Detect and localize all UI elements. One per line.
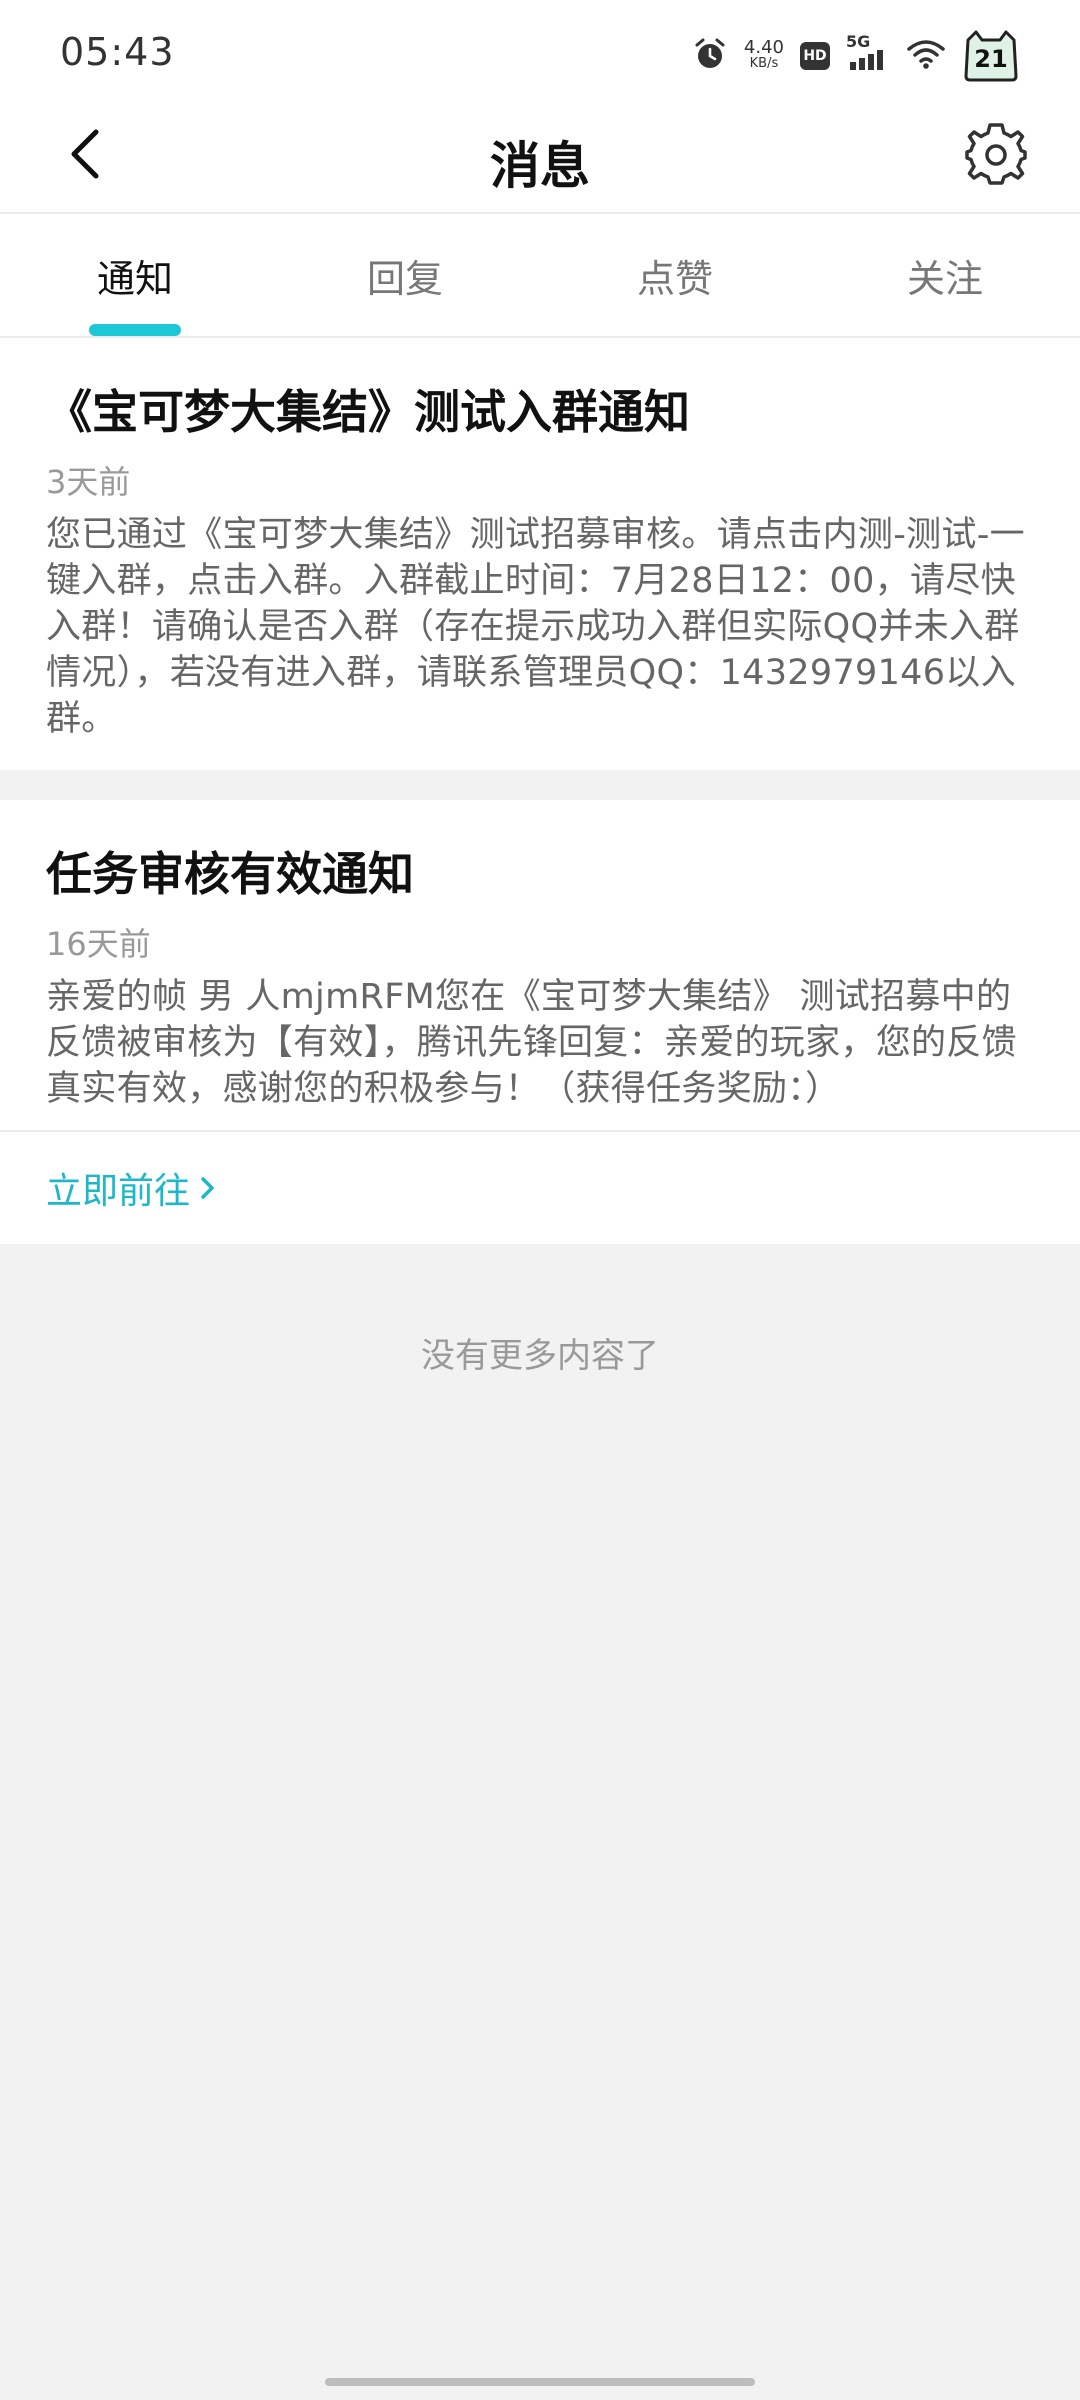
settings-button[interactable] bbox=[960, 118, 1032, 190]
go-now-link[interactable]: 立即前往 bbox=[46, 1162, 218, 1214]
notification-card[interactable]: 《宝可梦大集结》测试入群通知 3天前 您已通过《宝可梦大集结》测试招募审核。请点… bbox=[0, 338, 1080, 770]
notification-title: 《宝可梦大集结》测试入群通知 bbox=[46, 385, 690, 439]
wifi-icon bbox=[906, 37, 946, 75]
hd-icon: HD bbox=[800, 42, 830, 70]
notification-title: 任务审核有效通知 bbox=[46, 847, 414, 901]
home-indicator[interactable] bbox=[325, 2378, 755, 2386]
top-area: 05:43 4.40 KB/s HD 5G 21 消息 通知 回复 点赞 关注 bbox=[0, 0, 1080, 338]
no-more-content: 没有更多内容了 bbox=[421, 1336, 659, 1376]
tab-likes[interactable]: 点赞 bbox=[540, 214, 810, 336]
gear-icon bbox=[965, 123, 1027, 185]
status-bar: 05:43 4.40 KB/s HD 5G 21 bbox=[0, 0, 1080, 104]
net-speed-unit: KB/s bbox=[749, 56, 779, 71]
alarm-icon bbox=[692, 36, 728, 76]
signal-icon: 5G bbox=[846, 32, 890, 74]
notification-action-row: 立即前往 bbox=[0, 1130, 1080, 1244]
notification-card[interactable]: 任务审核有效通知 16天前 亲爱的帧 男 人mjmRFM您在《宝可梦大集结》 测… bbox=[0, 800, 1080, 1130]
status-time: 05:43 bbox=[60, 30, 175, 74]
notification-body: 您已通过《宝可梦大集结》测试招募审核。请点击内测-测试-一键入群，点击入群。入群… bbox=[46, 515, 1025, 739]
battery-icon: 21 bbox=[962, 30, 1020, 82]
battery-level: 21 bbox=[974, 45, 1008, 73]
tab-bar: 通知 回复 点赞 关注 bbox=[0, 214, 1080, 338]
chevron-right-icon bbox=[201, 1177, 214, 1199]
notification-time: 16天前 bbox=[46, 925, 151, 963]
page-title: 消息 bbox=[490, 137, 590, 195]
tab-replies[interactable]: 回复 bbox=[270, 214, 540, 336]
go-now-label: 立即前往 bbox=[46, 1171, 191, 1212]
notification-time: 3天前 bbox=[46, 463, 131, 501]
header-bar: 消息 bbox=[0, 104, 1080, 214]
tab-notifications[interactable]: 通知 bbox=[0, 214, 270, 336]
notification-body: 亲爱的帧 男 人mjmRFM您在《宝可梦大集结》 测试招募中的反馈被审核为【有效… bbox=[46, 977, 1017, 1109]
status-icons: 4.40 KB/s HD 5G 21 bbox=[692, 28, 1020, 84]
net-speed: 4.40 KB/s bbox=[743, 37, 784, 72]
tab-follows[interactable]: 关注 bbox=[810, 214, 1080, 336]
net-speed-value: 4.40 bbox=[743, 37, 784, 58]
